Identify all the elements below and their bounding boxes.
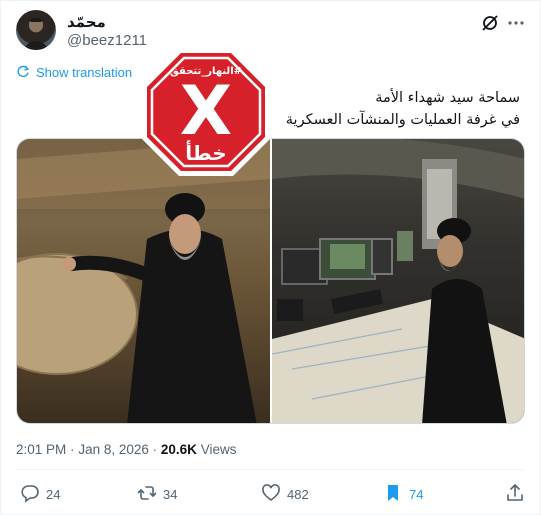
like-count: 482 (287, 487, 309, 502)
show-translation-link[interactable]: Show translation (16, 64, 132, 81)
author-name[interactable]: محمّد (67, 13, 106, 31)
reply-count: 24 (46, 487, 61, 502)
photo-right[interactable] (271, 139, 524, 423)
meta-separator: · (152, 442, 158, 457)
tweet-line-1: سماحة سيد شهداء الأمة (375, 90, 520, 106)
reply-button[interactable]: 24 (20, 483, 60, 506)
tweet-card: محمّد @beez1211 Show translation سماحة س… (0, 0, 541, 515)
views-count: 20.6K (160, 442, 197, 457)
action-bar: 24 34 482 74 (16, 483, 525, 507)
tweet-line-2: في غرفة العمليات والمنشآت العسكرية (285, 112, 520, 128)
repost-button[interactable]: 34 (137, 483, 177, 506)
views-label: Views (200, 442, 237, 457)
like-button[interactable]: 482 (261, 483, 309, 506)
tweet-meta: 2:01 PM · Jan 8, 2026 · 20.6K Views (16, 442, 236, 457)
tweet-date[interactable]: Jan 8, 2026 (78, 442, 149, 457)
photo-left[interactable] (17, 139, 270, 423)
stamp-x-mark: X (180, 72, 232, 151)
meta-separator: · (70, 442, 75, 457)
stamp-verdict: خطأ (185, 139, 226, 165)
share-button[interactable] (505, 483, 525, 506)
fact-check-stamp: #النهار_تتحقق X خطأ (140, 46, 272, 178)
show-translation-label: Show translation (36, 65, 133, 80)
more-options-icon[interactable] (506, 13, 526, 33)
share-icon (505, 483, 525, 506)
avatar[interactable] (16, 10, 56, 50)
grok-icon[interactable] (480, 13, 500, 33)
tweet-text: سماحة سيد شهداء الأمة في غرفة العمليات و… (286, 87, 520, 131)
bookmark-button[interactable]: 74 (383, 483, 423, 506)
repost-count: 34 (163, 487, 178, 502)
repost-icon (137, 483, 157, 506)
reply-icon (20, 483, 40, 506)
author-handle[interactable]: @beez1211 (67, 32, 147, 49)
translate-icon (16, 64, 30, 81)
bookmark-icon (383, 483, 403, 506)
tweet-time[interactable]: 2:01 PM (16, 442, 66, 457)
bookmark-count: 74 (409, 487, 424, 502)
heart-icon (261, 483, 281, 506)
media-gallery[interactable] (16, 138, 525, 424)
divider (16, 469, 525, 470)
